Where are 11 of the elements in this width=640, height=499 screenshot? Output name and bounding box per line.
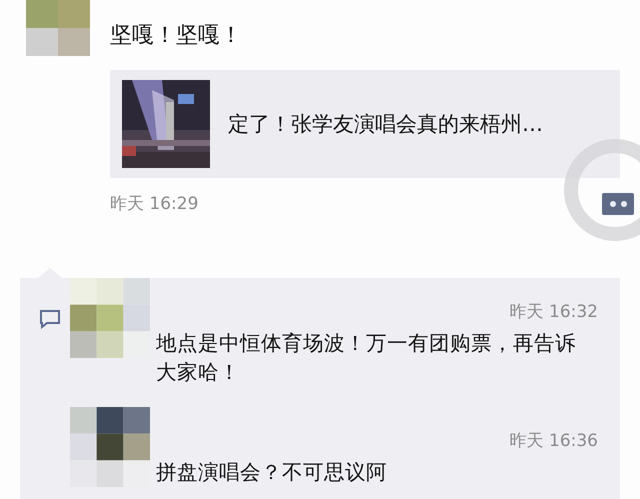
post-time: 昨天 16:29 [110, 193, 198, 215]
comment-icon [38, 308, 62, 330]
more-button[interactable] [602, 192, 634, 214]
comment-text: 地点是中恒体育场波！万一有团购票，再告诉大家哈！ [156, 330, 577, 386]
post-text: 坚嘎！坚嘎！ [110, 22, 243, 50]
link-title: 定了！张学友演唱会真的来梧州… [228, 111, 543, 138]
avatar [26, 0, 90, 56]
link-card[interactable]: 定了！张学友演唱会真的来梧州… [110, 70, 620, 178]
comment-time: 昨天 16:36 [510, 430, 598, 452]
comment-time: 昨天 16:32 [510, 301, 598, 323]
comment-text: 拼盘演唱会？不可思议阿 [156, 459, 388, 486]
